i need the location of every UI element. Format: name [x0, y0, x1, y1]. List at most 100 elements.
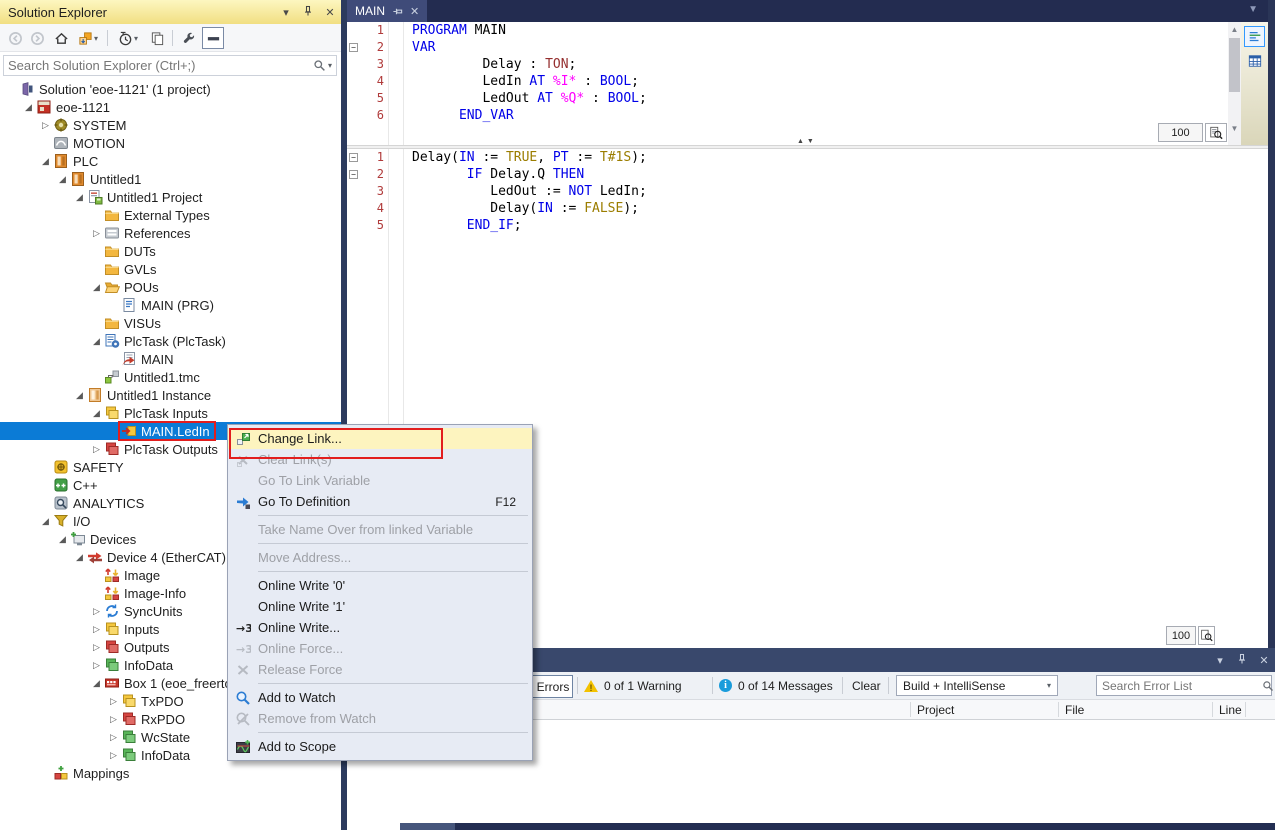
search-input[interactable] [4, 58, 313, 73]
home-icon[interactable] [50, 27, 72, 49]
scroll-down-icon[interactable]: ▼ [1228, 122, 1241, 135]
column-header-file[interactable]: File [1058, 700, 1212, 719]
column-header-line[interactable]: Line [1212, 700, 1245, 719]
menu-item-add-to-watch[interactable]: Add to Watch [228, 687, 532, 708]
table-view-icon[interactable] [1244, 50, 1265, 71]
menu-item-online-write-0[interactable]: Online Write '0' [228, 575, 532, 596]
expander-collapsed-icon[interactable]: ▷ [106, 750, 121, 761]
warnings-filter-button[interactable]: ! 0 of 1 Warning [584, 672, 682, 699]
menu-item-clear-link-s[interactable]: Clear Link(s) [228, 449, 532, 470]
expander-expanded-icon[interactable]: ◢ [38, 156, 53, 167]
menu-item-online-write-1[interactable]: Online Write '1' [228, 596, 532, 617]
tree-item-plctask-plctask[interactable]: ◢PlcTask (PlcTask) [0, 332, 341, 350]
solution-explorer-search[interactable]: ▾ [3, 55, 337, 76]
expander-expanded-icon[interactable]: ◢ [72, 552, 87, 563]
expander-collapsed-icon[interactable]: ▷ [89, 642, 104, 653]
pin-icon[interactable] [392, 6, 403, 17]
tree-item-mappings[interactable]: Mappings [0, 764, 341, 782]
expander-collapsed-icon[interactable]: ▷ [106, 696, 121, 707]
code-line[interactable]: −2VAR [347, 39, 1228, 56]
column-header-project[interactable]: Project [910, 700, 1058, 719]
menu-item-go-to-link-variable[interactable]: Go To Link Variable [228, 470, 532, 491]
error-list-search[interactable]: ▾ [1096, 675, 1272, 696]
code-line[interactable]: 4 Delay(IN := FALSE); [347, 200, 1268, 217]
scroll-up-icon[interactable]: ▲ [1228, 23, 1241, 36]
expander-expanded-icon[interactable]: ◢ [72, 390, 87, 401]
expander-collapsed-icon[interactable]: ▷ [89, 444, 104, 455]
search-input[interactable] [1097, 679, 1262, 693]
menu-item-move-address[interactable]: Move Address... [228, 547, 532, 568]
pending-changes-filter-icon[interactable]: ▾ [112, 27, 144, 49]
tree-item-plc[interactable]: ◢PLC [0, 152, 341, 170]
menu-item-online-write[interactable]: →3Online Write... [228, 617, 532, 638]
zoom-magnifier-icon[interactable] [1205, 123, 1227, 142]
fold-toggle-icon[interactable]: − [347, 170, 360, 179]
code-line[interactable]: −2 IF Delay.Q THEN [347, 166, 1268, 183]
search-icon[interactable] [1262, 680, 1274, 692]
expander-expanded-icon[interactable]: ◢ [55, 174, 70, 185]
collapse-all-icon[interactable]: ▾ [72, 27, 104, 49]
fold-toggle-icon[interactable]: − [347, 43, 360, 52]
expander-collapsed-icon[interactable]: ▷ [38, 120, 53, 131]
expander-expanded-icon[interactable]: ◢ [55, 534, 70, 545]
tree-item-references[interactable]: ▷References [0, 224, 341, 242]
messages-filter-button[interactable]: i 0 of 14 Messages [719, 672, 833, 699]
tab-main[interactable]: MAIN ✕ [347, 0, 427, 22]
code-line[interactable]: 3 Delay : TON; [347, 56, 1228, 73]
tree-item-untitled1-tmc[interactable]: Untitled1.tmc [0, 368, 341, 386]
menu-item-release-force[interactable]: Release Force [228, 659, 532, 680]
scrollbar-thumb[interactable] [1229, 38, 1240, 92]
tree-item-main[interactable]: MAIN [0, 350, 341, 368]
expander-expanded-icon[interactable]: ◢ [89, 336, 104, 347]
document-list-icon[interactable]: ▼ [1248, 4, 1258, 15]
tree-item-untitled1-project[interactable]: ◢Untitled1 Project [0, 188, 341, 206]
expander-collapsed-icon[interactable]: ▷ [89, 228, 104, 239]
menu-item-change-link[interactable]: Change Link... [228, 428, 532, 449]
search-icon[interactable] [313, 59, 326, 72]
window-position-icon[interactable]: ▾ [1213, 654, 1227, 667]
fold-toggle-icon[interactable]: − [347, 153, 360, 162]
tree-item-gvls[interactable]: GVLs [0, 260, 341, 278]
sync-with-active-document-icon[interactable] [146, 27, 168, 49]
close-icon[interactable]: ✕ [323, 6, 337, 19]
expander-collapsed-icon[interactable]: ▷ [106, 714, 121, 725]
tree-item-motion[interactable]: MOTION [0, 134, 341, 152]
properties-wrench-icon[interactable] [178, 27, 200, 49]
forward-icon[interactable] [26, 27, 48, 49]
expander-expanded-icon[interactable]: ◢ [21, 102, 36, 113]
tree-item-pous[interactable]: ◢POUs [0, 278, 341, 296]
expander-expanded-icon[interactable]: ◢ [38, 516, 53, 527]
code-line[interactable]: 5 END_IF; [347, 217, 1268, 234]
search-options-icon[interactable]: ▾ [328, 61, 332, 70]
implementation-zoom-level[interactable]: 100 [1166, 626, 1196, 645]
expander-collapsed-icon[interactable]: ▷ [89, 660, 104, 671]
pin-icon[interactable] [301, 5, 315, 20]
declaration-scrollbar[interactable]: ▲ ▼ [1228, 22, 1241, 145]
declaration-zoom-level[interactable]: 100 [1158, 123, 1203, 142]
menu-item-remove-from-watch[interactable]: Remove from Watch [228, 708, 532, 729]
menu-item-add-to-scope[interactable]: Add to Scope [228, 736, 532, 757]
tree-item-solution-eoe-1121-1-project[interactable]: Solution 'eoe-1121' (1 project) [0, 80, 341, 98]
tree-item-eoe-1121[interactable]: ◢eoe-1121 [0, 98, 341, 116]
expander-expanded-icon[interactable]: ◢ [72, 192, 87, 203]
expander-collapsed-icon[interactable]: ▷ [106, 732, 121, 743]
code-line[interactable]: −1Delay(IN := TRUE, PT := T#1S); [347, 149, 1268, 166]
clear-button[interactable]: Clear [852, 672, 881, 699]
close-icon[interactable]: ✕ [410, 5, 419, 18]
menu-item-online-force[interactable]: →3Online Force... [228, 638, 532, 659]
expander-collapsed-icon[interactable]: ▷ [89, 624, 104, 635]
expander-expanded-icon[interactable]: ◢ [89, 282, 104, 293]
declaration-editor[interactable]: 1PROGRAM MAIN−2VAR3 Delay : TON;4 LedIn … [347, 22, 1228, 145]
code-line[interactable]: 3 LedOut := NOT LedIn; [347, 183, 1268, 200]
preview-selected-items-icon[interactable] [202, 27, 224, 49]
tree-item-main-prg[interactable]: MAIN (PRG) [0, 296, 341, 314]
tree-item-duts[interactable]: DUTs [0, 242, 341, 260]
code-line[interactable]: 6 END_VAR [347, 107, 1228, 124]
tree-item-visus[interactable]: VISUs [0, 314, 341, 332]
tree-item-untitled1[interactable]: ◢Untitled1 [0, 170, 341, 188]
expander-expanded-icon[interactable]: ◢ [89, 408, 104, 419]
solution-explorer-titlebar[interactable]: Solution Explorer ▾ ✕ [0, 0, 341, 24]
splitter-arrows-icon[interactable]: ▲▼ [797, 138, 817, 145]
back-icon[interactable] [4, 27, 26, 49]
tree-item-untitled1-instance[interactable]: ◢Untitled1 Instance [0, 386, 341, 404]
